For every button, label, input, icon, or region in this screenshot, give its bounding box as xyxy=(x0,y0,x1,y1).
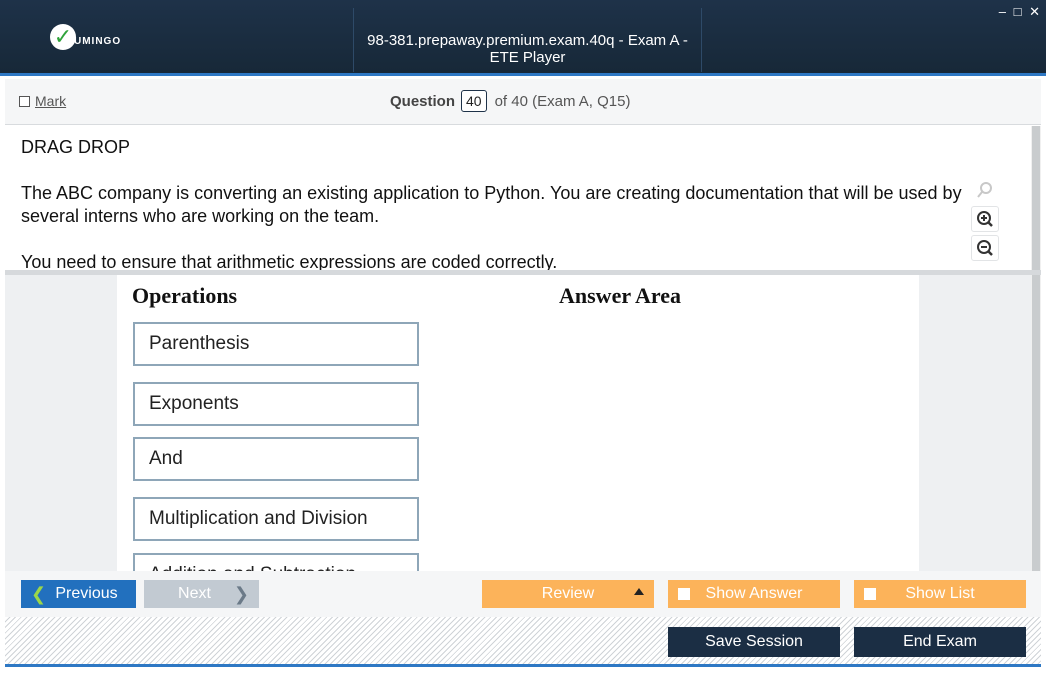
navigation-bar: ❮ Previous Next ❯ Review Show Answer Sho… xyxy=(5,571,1041,617)
mark-checkbox[interactable]: Mark xyxy=(19,93,66,109)
question-title: DRAG DROP xyxy=(21,137,131,157)
maximize-button[interactable]: □ xyxy=(1014,4,1022,19)
operation-item[interactable]: Multiplication and Division xyxy=(133,497,419,541)
question-suffix: of 40 (Exam A, Q15) xyxy=(494,92,631,110)
show-list-label: Show List xyxy=(905,585,975,602)
exhibit-panel: Operations Answer Area Parenthesis Expon… xyxy=(5,275,1031,571)
window-controls: – □ ✕ xyxy=(995,4,1040,20)
chevron-left-icon: ❮ xyxy=(31,583,47,604)
zoom-out-icon[interactable] xyxy=(971,235,999,261)
end-exam-button[interactable]: End Exam xyxy=(854,627,1026,657)
checkbox-icon[interactable] xyxy=(19,95,30,107)
title-bar: ✓ UMINGO 98-381.prepaway.premium.exam.40… xyxy=(0,0,1046,76)
operation-item[interactable]: And xyxy=(133,437,419,481)
caret-up-icon[interactable] xyxy=(634,588,644,595)
previous-label: Previous xyxy=(55,585,118,602)
show-answer-button[interactable]: Show Answer xyxy=(668,580,840,608)
logo-text: UMINGO xyxy=(74,36,122,47)
question-number-input[interactable]: 40 xyxy=(461,90,487,112)
question-scrollbar[interactable] xyxy=(1031,126,1041,272)
check-icon: ✓ xyxy=(50,24,76,50)
zoom-in-icon[interactable] xyxy=(971,206,999,232)
title-divider xyxy=(701,8,702,72)
app-logo: ✓ UMINGO xyxy=(50,24,140,54)
title-divider xyxy=(353,8,354,72)
zoom-toolbar xyxy=(971,177,1001,264)
minimize-button[interactable]: – xyxy=(999,4,1006,19)
save-session-button[interactable]: Save Session xyxy=(668,627,840,657)
review-label: Review xyxy=(541,585,595,602)
operation-item[interactable]: Exponents xyxy=(133,382,419,426)
question-counter: Question 40 of 40 (Exam A, Q15) xyxy=(390,90,631,112)
scrollbar-thumb[interactable] xyxy=(1032,126,1040,272)
show-answer-label: Show Answer xyxy=(705,585,803,602)
mark-label: Mark xyxy=(35,93,67,109)
question-text-panel: DRAG DROP The ABC company is converting … xyxy=(5,126,1031,272)
checkbox-icon[interactable] xyxy=(678,588,690,600)
next-label: Next xyxy=(178,585,211,602)
next-button[interactable]: Next ❯ xyxy=(144,580,259,608)
chevron-right-icon: ❯ xyxy=(233,583,249,604)
question-paragraph: You need to ensure that arithmetic expre… xyxy=(21,252,558,272)
exhibit-scrollbar[interactable] xyxy=(1031,275,1041,571)
answer-area-title: Answer Area xyxy=(559,283,682,308)
operation-item[interactable]: Parenthesis xyxy=(133,322,419,366)
close-button[interactable]: ✕ xyxy=(1029,4,1040,19)
checkbox-icon[interactable] xyxy=(864,588,876,600)
question-label: Question xyxy=(390,92,456,110)
footer-bar: Save Session End Exam xyxy=(5,617,1041,667)
review-button[interactable]: Review xyxy=(482,580,654,608)
previous-button[interactable]: ❮ Previous xyxy=(21,580,136,608)
question-bar: Mark Question 40 of 40 (Exam A, Q15) xyxy=(5,79,1041,125)
drag-drop-exhibit: Operations Answer Area Parenthesis Expon… xyxy=(117,275,919,571)
operations-title: Operations xyxy=(132,283,238,308)
scrollbar-thumb[interactable] xyxy=(1032,275,1040,571)
window-title: 98-381.prepaway.premium.exam.40q - Exam … xyxy=(367,32,688,66)
show-list-button[interactable]: Show List xyxy=(854,580,1026,608)
question-paragraph: The ABC company is converting an existin… xyxy=(21,183,962,226)
operation-item[interactable]: Addition and Subtraction xyxy=(133,553,419,571)
search-icon[interactable] xyxy=(971,177,999,203)
